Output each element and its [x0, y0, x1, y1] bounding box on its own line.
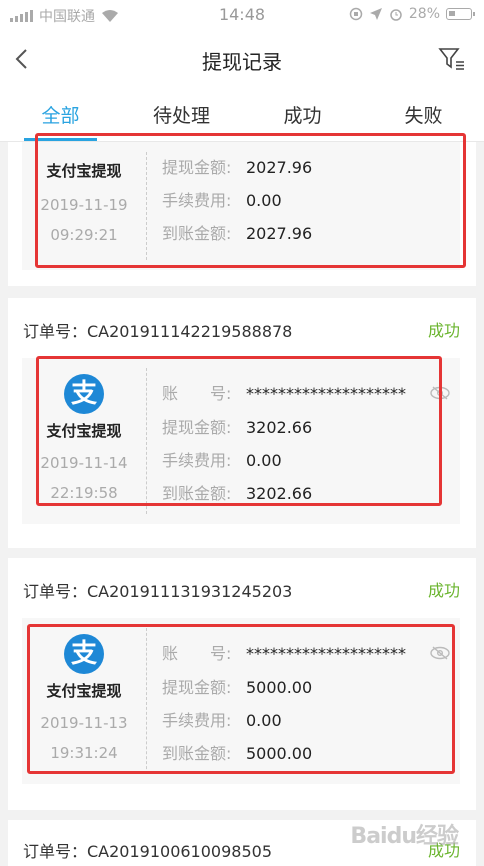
alarm-icon — [390, 9, 402, 21]
battery-percent: 28% — [408, 6, 440, 22]
nav-header: 提现记录 — [0, 30, 484, 90]
page-title: 提现记录 — [202, 50, 282, 74]
highlight-box — [27, 624, 455, 774]
status-badge: 成功 — [427, 581, 460, 600]
order-number: 订单号：CA201911131931245203 — [23, 582, 293, 601]
highlight-box — [36, 356, 442, 506]
status-badge: 成功 — [427, 321, 460, 340]
highlight-box — [35, 133, 466, 268]
watermark: Baidu经验 — [350, 824, 459, 849]
rotation-lock-icon — [349, 7, 363, 21]
filter-icon[interactable] — [438, 46, 466, 72]
status-bar: 中国联通 14:48 28% — [0, 0, 484, 30]
order-number: 订单号：CA2019111422195888​78 — [23, 322, 293, 341]
order-number: 订单号：CA20191006100985​05 — [23, 842, 272, 861]
battery-icon — [446, 8, 475, 20]
location-icon — [369, 8, 382, 20]
